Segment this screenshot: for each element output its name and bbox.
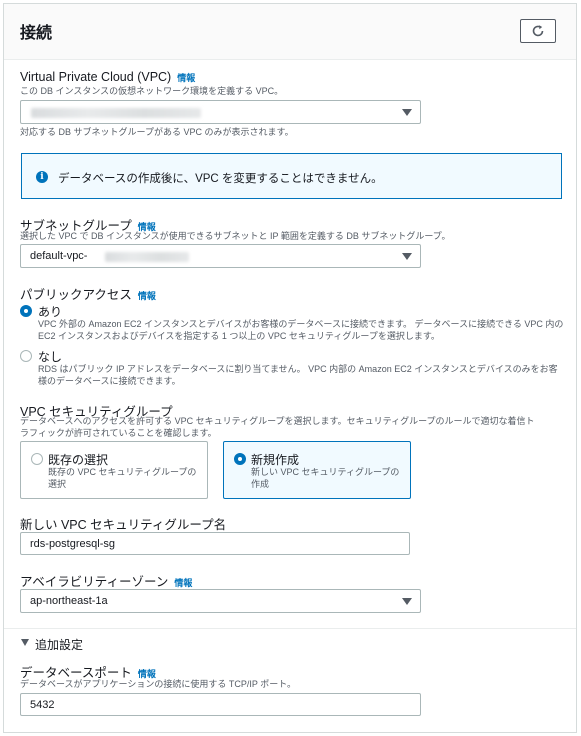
existing-tile-desc-1: 既存の VPC セキュリティグループの xyxy=(48,467,197,477)
new-sg-name-input[interactable]: rds-postgresql-sg xyxy=(20,532,410,555)
subnet-value-redacted xyxy=(105,252,189,262)
vpc-alert: i データベースの作成後に、VPC を変更することはできません。 xyxy=(21,153,562,199)
new-tile-desc-1: 新しい VPC セキュリティグループの xyxy=(251,467,400,477)
public-access-yes-desc-2: EC2 インスタンスおよびデバイスを指定する 1 つ以上の VPC セキュリティ… xyxy=(38,331,440,341)
vpc-select[interactable] xyxy=(20,100,421,124)
subnet-value: default-vpc- xyxy=(30,250,88,262)
security-group-existing-radio[interactable] xyxy=(31,453,43,465)
additional-settings-toggle[interactable]: 追加設定 xyxy=(20,636,140,652)
public-access-no-desc-1: RDS はパブリック IP アドレスをデータベースに割り当てません。 VPC 内… xyxy=(38,364,558,374)
az-heading: アベイラビリティーゾーン 情報 xyxy=(20,571,192,590)
refresh-button[interactable] xyxy=(520,19,556,43)
divider xyxy=(4,628,576,629)
additional-settings-label: 追加設定 xyxy=(35,638,84,652)
public-access-info-link[interactable]: 情報 xyxy=(138,291,156,301)
vpc-label: Virtual Private Cloud (VPC) xyxy=(20,70,172,84)
security-group-existing-tile[interactable]: 既存の選択 既存の VPC セキュリティグループの 選択 xyxy=(20,441,208,499)
subnet-select[interactable]: default-vpc- xyxy=(20,244,421,268)
new-tile-desc-2: 作成 xyxy=(251,479,270,489)
public-access-yes-radio[interactable] xyxy=(20,305,32,317)
port-description: データベースがアプリケーションの接続に使用する TCP/IP ポート。 xyxy=(20,679,297,689)
vpc-description: この DB インスタンスの仮想ネットワーク環境を定義する VPC。 xyxy=(20,86,284,96)
chevron-down-icon xyxy=(402,598,412,605)
security-group-new-tile[interactable]: 新規作成 新しい VPC セキュリティグループの 作成 xyxy=(223,441,411,499)
panel-title: 接続 xyxy=(20,25,53,42)
caret-down-icon xyxy=(21,639,29,646)
az-label: アベイラビリティーゾーン xyxy=(20,575,169,589)
new-sg-name-value: rds-postgresql-sg xyxy=(30,538,115,550)
security-group-desc-2: ラフィックが許可されていることを確認します。 xyxy=(20,428,217,438)
chevron-down-icon xyxy=(402,253,412,260)
refresh-icon xyxy=(532,25,544,37)
connectivity-panel: 接続 Virtual Private Cloud (VPC) 情報 この DB イ… xyxy=(3,3,577,733)
az-select[interactable]: ap-northeast-1a xyxy=(20,589,421,613)
public-access-label: パブリックアクセス xyxy=(20,288,132,302)
vpc-info-link[interactable]: 情報 xyxy=(177,73,195,83)
subnet-description: 選択した VPC で DB インスタンスが使用できるサブネットと IP 範囲を定… xyxy=(20,231,451,241)
port-value: 5432 xyxy=(30,699,55,711)
existing-tile-desc-2: 選択 xyxy=(48,479,67,489)
public-access-yes-desc-1: VPC 外部の Amazon EC2 インスタンスとデバイスがお客様のデータベー… xyxy=(38,319,564,329)
info-circle-icon: i xyxy=(36,171,48,183)
az-value: ap-northeast-1a xyxy=(30,595,108,607)
security-group-desc-1: データベースへのアクセスを許可する VPC セキュリティグループを選択します。セ… xyxy=(20,416,535,426)
public-access-no-radio[interactable] xyxy=(20,350,32,362)
security-group-new-radio[interactable] xyxy=(234,453,246,465)
public-access-heading: パブリックアクセス 情報 xyxy=(20,284,156,303)
az-info-link[interactable]: 情報 xyxy=(174,578,192,588)
vpc-value-redacted xyxy=(31,108,201,118)
alert-text: データベースの作成後に、VPC を変更することはできません。 xyxy=(58,173,383,185)
vpc-heading: Virtual Private Cloud (VPC) 情報 xyxy=(20,70,195,84)
public-access-no-desc-2: 様のデータベースに接続できます。 xyxy=(38,376,181,386)
panel-header: 接続 xyxy=(4,4,576,60)
port-input[interactable]: 5432 xyxy=(20,693,421,716)
chevron-down-icon xyxy=(402,109,412,116)
new-sg-label: 新しい VPC セキュリティグループ名 xyxy=(20,518,227,532)
vpc-help: 対応する DB サブネットグループがある VPC のみが表示されます。 xyxy=(20,127,294,137)
